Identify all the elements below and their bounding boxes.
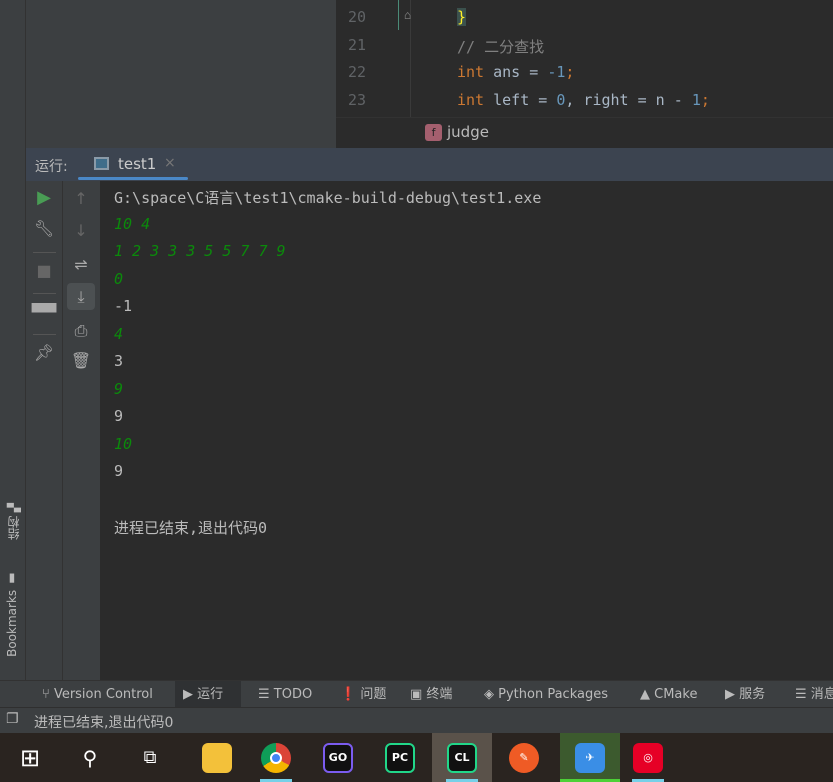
status-text: 进程已结束,退出代码0 bbox=[34, 715, 174, 731]
code-editor[interactable]: ⌂ 20 21 22 23 } // 二分查找 int ans = -1; in… bbox=[336, 0, 833, 117]
pin-icon[interactable]: 📌︎ bbox=[29, 343, 59, 362]
console-line: 4 bbox=[114, 324, 124, 343]
tab-messages[interactable]: ☰ 消息 bbox=[795, 681, 833, 708]
line-number: 23 bbox=[347, 91, 366, 109]
console-line: 9 bbox=[114, 462, 124, 480]
tab-run[interactable]: ▶ 运行 bbox=[175, 681, 241, 708]
chrome-icon bbox=[261, 742, 291, 773]
print-icon[interactable]: ⎙ bbox=[66, 321, 96, 341]
search-button[interactable]: ⚲ bbox=[60, 733, 120, 782]
status-icon[interactable]: ❐ bbox=[6, 711, 19, 727]
code-line: // 二分查找 bbox=[457, 38, 545, 56]
structure-tab[interactable]: 结构 ▞ bbox=[5, 503, 22, 540]
scroll-to-end-icon[interactable]: ⤓ bbox=[67, 283, 95, 310]
line-number: 22 bbox=[347, 63, 366, 81]
tab-version-control[interactable]: ⑂ Version Control bbox=[42, 681, 153, 708]
run-toolbar: ▶ 🔧︎ ■ ▀▀ 📌︎ bbox=[26, 181, 63, 680]
run-panel-header: 运行: test1 × bbox=[26, 148, 833, 181]
run-label: 运行: bbox=[35, 159, 68, 175]
left-tool-strip: 结构 ▞ Bookmarks ▮ bbox=[0, 0, 26, 680]
breadcrumb[interactable]: f judge bbox=[336, 117, 833, 148]
tool-window-bar: ⑂ Version Control ▶ 运行 ☰ TODO ❗ 问题 ▣ 终端 … bbox=[0, 680, 833, 708]
trash-icon[interactable]: 🗑︎ bbox=[66, 351, 96, 370]
console-line: 9 bbox=[114, 407, 124, 425]
console-line: 10 4 bbox=[114, 214, 151, 233]
console-line: 3 bbox=[114, 352, 124, 370]
console-line: 进程已结束,退出代码0 bbox=[114, 519, 268, 537]
breadcrumb-function[interactable]: judge bbox=[447, 123, 489, 141]
taskbar-netease-music[interactable]: ◎ bbox=[618, 733, 678, 782]
code-line: } bbox=[457, 8, 467, 26]
folder-icon bbox=[202, 742, 232, 773]
close-icon[interactable]: × bbox=[164, 155, 176, 171]
taskbar-explorer[interactable] bbox=[187, 733, 247, 782]
line-number: 20 bbox=[347, 8, 366, 26]
windows-taskbar: ⊞ ⚲ ⧉ GO PC CL ✎ ✈ ◎ bbox=[0, 733, 833, 782]
code-line: int ans = -1; bbox=[457, 63, 575, 81]
tab-test1[interactable]: test1 × bbox=[78, 148, 212, 181]
taskbar-pycharm[interactable]: PC bbox=[370, 733, 430, 782]
fold-icon[interactable]: ⌂ bbox=[404, 8, 411, 22]
thunder-icon: ✈ bbox=[575, 742, 605, 773]
console-line: G:\space\C语言\test1\cmake-build-debug\tes… bbox=[114, 189, 542, 207]
tab-todo[interactable]: ☰ TODO bbox=[258, 681, 312, 708]
tab-terminal[interactable]: ▣ 终端 bbox=[410, 681, 452, 708]
status-bar: ❐ 进程已结束,退出代码0 bbox=[0, 707, 833, 733]
task-view-icon: ⧉ bbox=[143, 747, 157, 768]
line-number: 21 bbox=[347, 36, 366, 54]
console-icon bbox=[94, 157, 109, 170]
taskbar-chrome[interactable] bbox=[246, 733, 306, 782]
console-line: 1 2 3 3 3 5 5 7 7 9 bbox=[114, 242, 286, 260]
console-toolbar: ↑ ↓ ⇌ ⤓ ⎙ 🗑︎ bbox=[63, 181, 100, 680]
console-line: 9 bbox=[114, 379, 124, 398]
taskbar-goland[interactable]: GO bbox=[308, 733, 368, 782]
tab-services[interactable]: ▶ 服务 bbox=[725, 681, 765, 708]
function-icon: f bbox=[425, 124, 442, 141]
taskbar-postman[interactable]: ✎ bbox=[494, 733, 554, 782]
code-line: int left = 0, right = n - 1; bbox=[457, 91, 710, 109]
up-arrow-icon[interactable]: ↑ bbox=[66, 189, 96, 208]
stop-icon[interactable]: ■ bbox=[29, 261, 59, 280]
postman-icon: ✎ bbox=[509, 742, 539, 773]
tab-problems[interactable]: ❗ 问题 bbox=[340, 681, 386, 708]
bookmarks-tab[interactable]: Bookmarks ▮ bbox=[5, 572, 19, 657]
search-icon: ⚲ bbox=[82, 745, 98, 770]
console-line: 10 bbox=[114, 434, 133, 453]
tab-python-packages[interactable]: ◈ Python Packages bbox=[484, 681, 608, 708]
task-view-button[interactable]: ⧉ bbox=[120, 733, 180, 782]
layout-icon[interactable]: ▀▀ bbox=[29, 303, 59, 322]
console-line: -1 bbox=[114, 297, 133, 315]
soft-wrap-icon[interactable]: ⇌ bbox=[66, 255, 96, 274]
taskbar-thunder[interactable]: ✈ bbox=[560, 733, 620, 782]
down-arrow-icon[interactable]: ↓ bbox=[66, 221, 96, 240]
project-panel bbox=[26, 0, 336, 148]
wrench-icon[interactable]: 🔧︎ bbox=[29, 219, 59, 238]
netease-music-icon: ◎ bbox=[633, 742, 663, 773]
start-button[interactable]: ⊞ bbox=[0, 733, 60, 782]
taskbar-clion[interactable]: CL bbox=[432, 733, 492, 782]
rerun-icon[interactable]: ▶ bbox=[29, 187, 59, 208]
windows-icon: ⊞ bbox=[19, 743, 41, 772]
tab-cmake[interactable]: ▲ CMake bbox=[640, 681, 697, 708]
console-output[interactable]: G:\space\C语言\test1\cmake-build-debug\tes… bbox=[100, 181, 833, 680]
console-line: 0 bbox=[114, 269, 124, 288]
